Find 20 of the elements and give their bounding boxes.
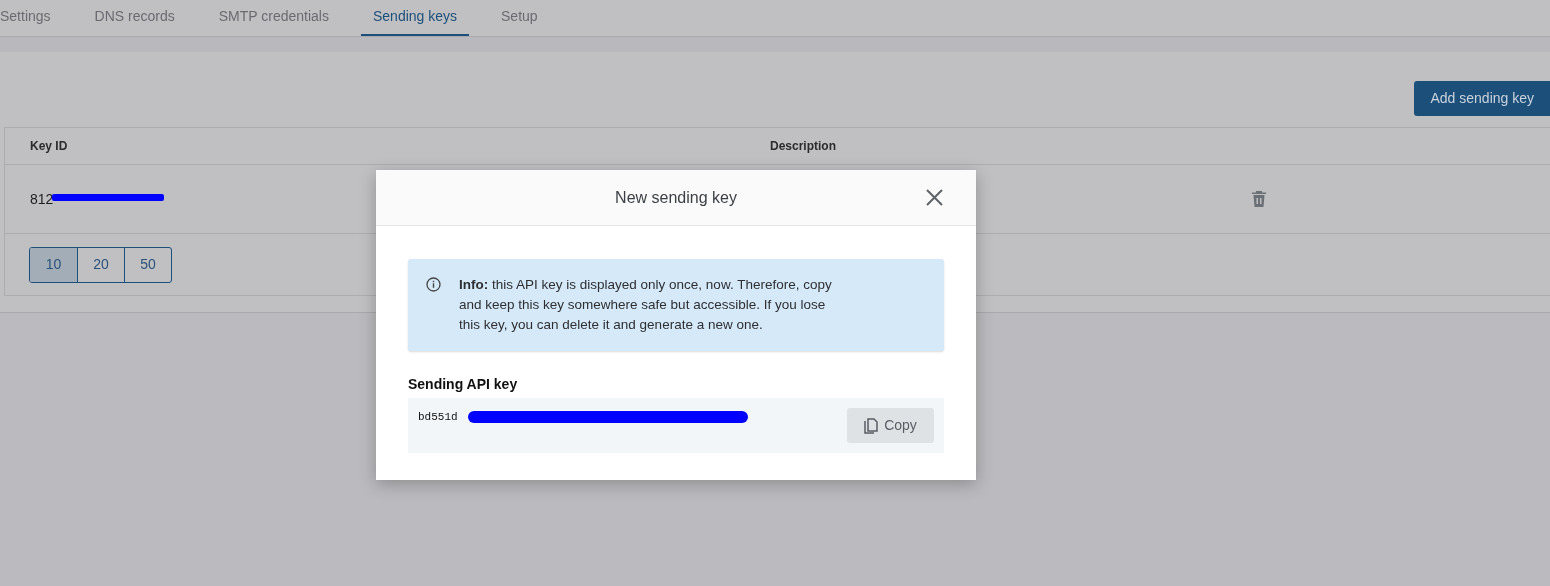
page-size-button[interactable]: 20 [77, 247, 124, 282]
tab[interactable]: Settings [0, 0, 83, 36]
close-icon[interactable] [926, 189, 943, 206]
tab[interactable]: SMTP credentials [206, 0, 341, 36]
info-icon [426, 277, 441, 292]
api-key-text: bd551d [418, 410, 458, 425]
copy-button[interactable]: Copy [847, 408, 934, 443]
copy-icon [864, 417, 879, 434]
page-size-button[interactable]: 10 [30, 247, 77, 282]
info-text: Info: this API key is displayed only once, now. Therefore, copy and keep this key somewhere safe but accessible. If you lose this key, you can delete it and generate a new one. [459, 276, 833, 334]
column-header: Description [770, 138, 836, 155]
trash-icon[interactable] [1251, 190, 1267, 208]
column-header: Key ID [30, 138, 69, 155]
table-cell-text: 812 [30, 189, 54, 209]
add-sending-key-button[interactable]: Add sending key [1414, 81, 1550, 116]
tab[interactable]: DNS records [82, 0, 187, 36]
dialog-title: New sending key [615, 187, 737, 208]
page-size-button[interactable]: 50 [124, 247, 171, 282]
tab[interactable]: Setup [489, 0, 550, 36]
field-label: Sending API key [408, 375, 519, 394]
